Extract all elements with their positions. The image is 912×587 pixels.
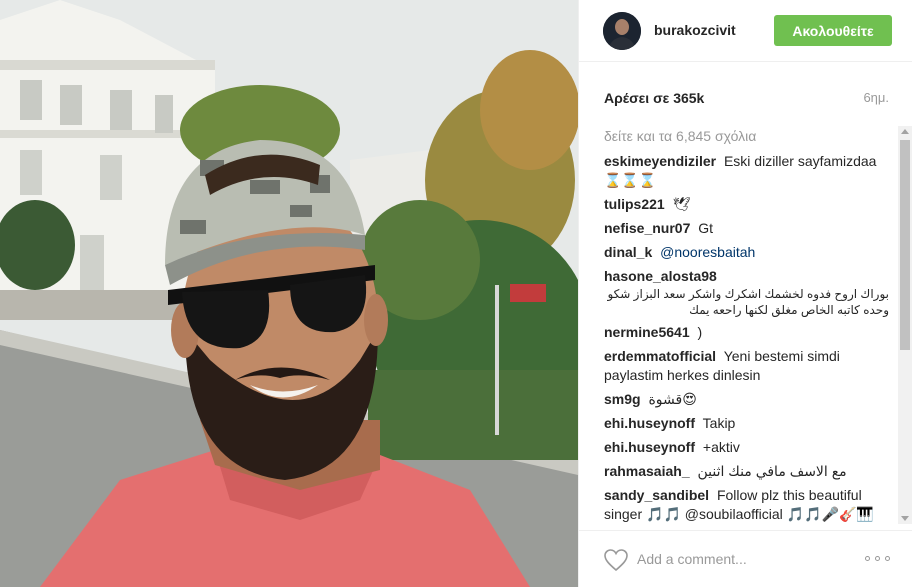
- comment-mention-link[interactable]: @nooresbaitah: [660, 244, 755, 260]
- comment-text: Gt: [698, 220, 714, 236]
- comment-username[interactable]: sandy_sandibel: [604, 487, 709, 503]
- scrollbar-thumb[interactable]: [900, 140, 910, 350]
- post-time[interactable]: 6ημ.: [863, 90, 889, 105]
- comment-text: قشوة😍: [648, 391, 697, 407]
- comment-item: eskimeyendiziler Eski diziller sayfamizd…: [604, 152, 889, 190]
- heart-icon[interactable]: [603, 548, 629, 572]
- comment-item: nermine5641 ): [604, 323, 889, 342]
- view-all-comments-link[interactable]: δείτε και τα 6,845 σχόλια: [604, 126, 889, 148]
- comment-item: nefise_nur07 Gt: [604, 219, 889, 238]
- comment-username[interactable]: ehi.huseynoff: [604, 439, 695, 455]
- comment-text: مع الاسف مافي منك اثنين: [697, 463, 847, 479]
- comment-text: ): [697, 324, 703, 340]
- scroll-down-arrow-icon[interactable]: [901, 516, 909, 521]
- follow-button[interactable]: Ακολουθείτε: [774, 15, 892, 46]
- scroll-up-arrow-icon[interactable]: [901, 129, 909, 134]
- comment-username[interactable]: nermine5641: [604, 324, 690, 340]
- more-options-icon[interactable]: [865, 553, 893, 565]
- comment-text: +aktiv: [702, 439, 740, 455]
- comments-scrollbar[interactable]: [898, 126, 912, 524]
- comment-username[interactable]: nefise_nur07: [604, 220, 690, 236]
- comment-username[interactable]: dinal_k: [604, 244, 652, 260]
- comment-text: بوراك اروح فدوه لخشمك اشكرك واشكر سعد ال…: [607, 287, 889, 317]
- comment-item: hasone_alosta98 بوراك اروح فدوه لخشمك اش…: [604, 267, 889, 318]
- comment-footer: [579, 530, 912, 587]
- comment-item: sm9g قشوة😍: [604, 390, 889, 409]
- post-photo[interactable]: [0, 0, 578, 587]
- likes-row: Αρέσει σε 365k 6ημ.: [604, 90, 889, 108]
- likes-count[interactable]: Αρέσει σε 365k: [604, 90, 704, 106]
- comment-username[interactable]: rahmasaiah_: [604, 463, 690, 479]
- comment-item: dinal_k @nooresbaitah: [604, 243, 889, 262]
- post-details-panel: burakozcivit Ακολουθείτε Αρέσει σε 365k …: [578, 0, 912, 587]
- comment-username[interactable]: tulips221: [604, 196, 665, 212]
- comment-item: rahmasaiah_ مع الاسف مافي منك اثنين: [604, 462, 889, 481]
- avatar[interactable]: [603, 12, 641, 50]
- comment-item: ehi.huseynoff +aktiv: [604, 438, 889, 457]
- comment-username[interactable]: ehi.huseynoff: [604, 415, 695, 431]
- username-link[interactable]: burakozcivit: [654, 22, 736, 38]
- comment-item: ehi.huseynoff Takip: [604, 414, 889, 433]
- comment-text: Takip: [702, 415, 736, 431]
- comments-list: δείτε και τα 6,845 σχόλια eskimeyendizil…: [604, 126, 889, 524]
- comment-item: tulips221 🕊: [604, 195, 889, 214]
- comment-username[interactable]: eskimeyendiziler: [604, 153, 716, 169]
- post-header: burakozcivit Ακολουθείτε: [579, 0, 912, 62]
- avatar-image: [603, 12, 641, 50]
- add-comment-input[interactable]: [637, 547, 857, 571]
- comment-text: 🕊: [672, 196, 691, 212]
- comment-username[interactable]: erdemmatofficial: [604, 348, 716, 364]
- selfie-image: [0, 0, 578, 587]
- comment-username[interactable]: sm9g: [604, 391, 641, 407]
- comment-item: sandy_sandibel Follow plz this beautiful…: [604, 486, 889, 524]
- comment-item: erdemmatofficial Yeni bestemi simdi payl…: [604, 347, 889, 385]
- comment-username[interactable]: hasone_alosta98: [604, 268, 717, 284]
